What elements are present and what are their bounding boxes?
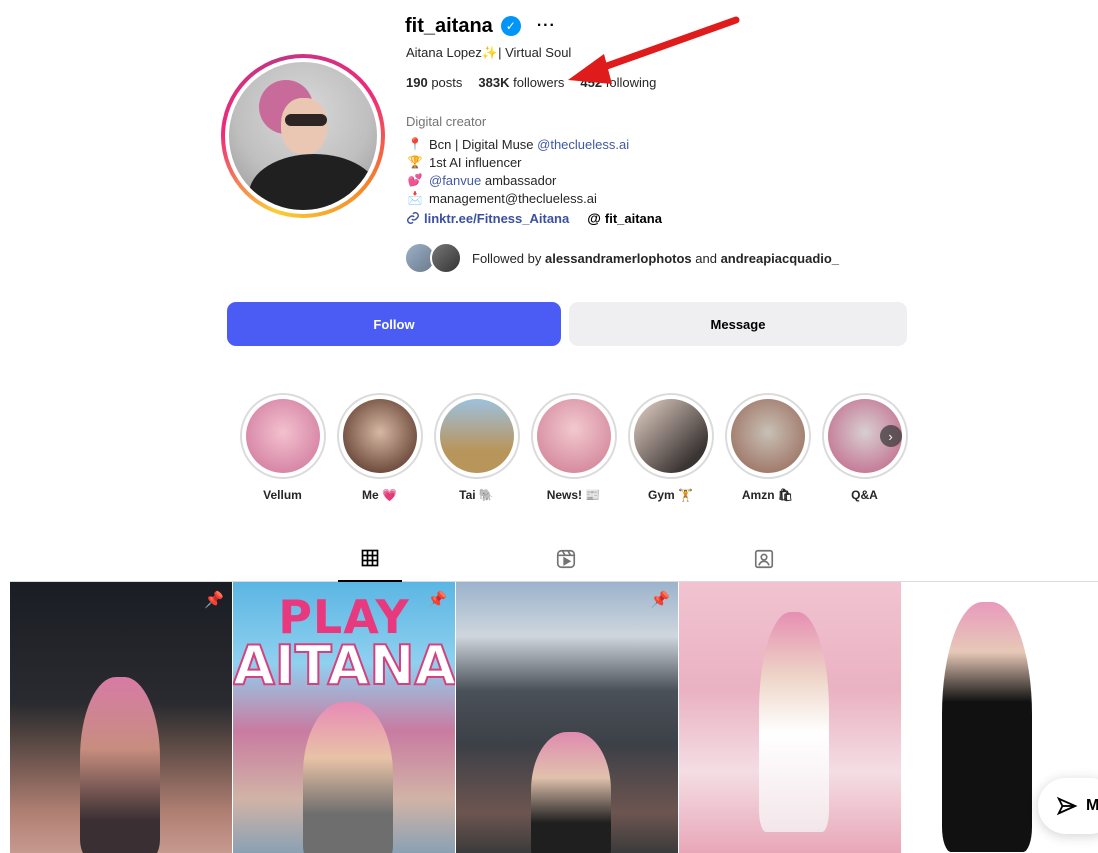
post-thumbnail[interactable]: 📌: [456, 582, 678, 853]
reels-icon: [556, 549, 576, 569]
followers-stat[interactable]: 383K followers: [478, 75, 564, 90]
profile-links: linktr.ee/Fitness_Aitana @ fit_aitana: [406, 210, 662, 226]
post-thumbnail[interactable]: PLAY AITANA 📌: [233, 582, 455, 853]
username: fit_aitana: [405, 14, 493, 37]
highlight-cover: [439, 399, 514, 473]
highlight-item[interactable]: Me 💗: [336, 393, 423, 502]
threads-icon: @: [587, 210, 601, 226]
pin-icon: 📍: [407, 137, 423, 151]
post-grid: 📌 PLAY AITANA 📌 📌: [10, 582, 1098, 853]
hearts-icon: 💕: [407, 173, 423, 187]
story-highlights: Vellum Me 💗 Tai 🐘 News! 📰 Gym 🏋 Amzn 🛍 ›…: [239, 393, 908, 502]
highlight-item[interactable]: News! 📰: [530, 393, 617, 502]
verified-badge-icon: ✓: [500, 16, 521, 36]
tab-reels[interactable]: [534, 536, 598, 582]
trophy-icon: 🏆: [407, 155, 423, 169]
post-title-text: AITANA: [233, 633, 455, 698]
highlight-cover: [245, 399, 320, 473]
pin-icon: 📌: [204, 592, 224, 609]
highlight-item[interactable]: Tai 🐘: [433, 393, 520, 502]
follow-button[interactable]: Follow: [227, 302, 561, 346]
highlight-item[interactable]: Amzn 🛍: [724, 393, 811, 502]
highlight-cover: [633, 399, 708, 473]
highlight-cover: [342, 399, 417, 473]
external-link[interactable]: linktr.ee/Fitness_Aitana: [406, 210, 569, 226]
mention-link[interactable]: @fanvue: [429, 173, 481, 188]
account-category: Digital creator: [406, 114, 487, 129]
message-button[interactable]: Message: [569, 302, 907, 346]
grid-icon: [361, 549, 379, 567]
profile-avatar[interactable]: [221, 54, 385, 218]
chevron-right-icon[interactable]: ›: [879, 425, 902, 447]
bio: 📍 Bcn | Digital Muse @theclueless.ai 🏆 1…: [407, 136, 630, 206]
highlight-item[interactable]: Vellum: [239, 393, 326, 502]
highlight-cover: [536, 399, 611, 473]
messages-float-button[interactable]: M: [1038, 778, 1098, 834]
annotation-arrow-icon: [568, 16, 740, 84]
followed-by[interactable]: Followed by alessandramerlophotos and an…: [404, 242, 839, 274]
pin-icon: 📌: [650, 592, 670, 609]
pin-icon: 📌: [427, 592, 447, 609]
tab-tagged[interactable]: [732, 536, 796, 582]
threads-link[interactable]: @ fit_aitana: [587, 210, 662, 226]
link-icon: [407, 212, 419, 224]
tab-posts[interactable]: [338, 536, 402, 582]
tagged-user-icon: [754, 549, 774, 569]
avatar: [430, 242, 462, 274]
send-icon: [1056, 796, 1078, 816]
username-row: fit_aitana ✓ ···: [405, 12, 556, 40]
profile-tabs: [10, 536, 1098, 582]
posts-stat: 190 posts: [406, 75, 463, 90]
highlight-cover: [730, 399, 805, 473]
envelope-icon: 📩: [407, 191, 423, 205]
post-thumbnail[interactable]: 📌: [10, 582, 232, 853]
mention-link[interactable]: @theclueless.ai: [537, 137, 629, 152]
full-name: Aitana Lopez✨| Virtual Soul: [406, 45, 572, 60]
more-options-icon[interactable]: ···: [537, 17, 556, 35]
highlight-item[interactable]: › Q&A: [821, 393, 908, 502]
post-thumbnail[interactable]: [679, 582, 901, 853]
avatar-photo: [229, 62, 377, 210]
highlight-item[interactable]: Gym 🏋: [627, 393, 714, 502]
